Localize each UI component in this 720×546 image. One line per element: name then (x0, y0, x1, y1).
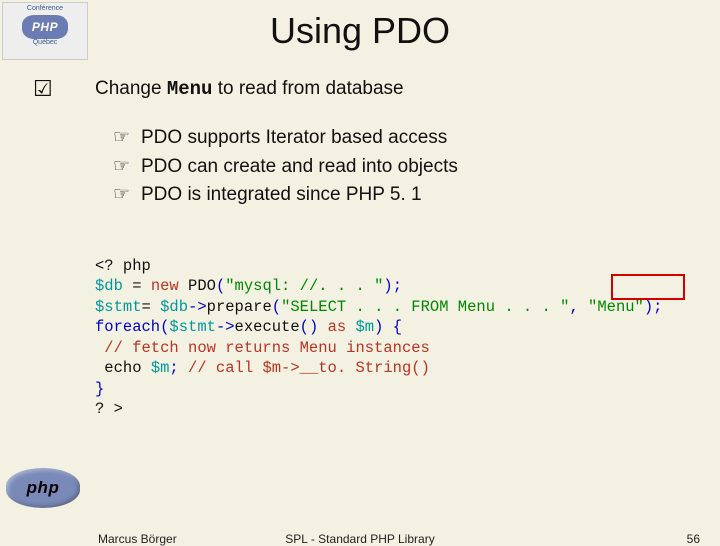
hand-icon: ☞ (113, 124, 130, 153)
code-str: "SELECT . . . FROM Menu . . . " (281, 298, 569, 316)
code-op: ; (169, 359, 188, 377)
code-kw: new (151, 277, 179, 295)
bullet-item: ☞ PDO is integrated since PHP 5. 1 (113, 181, 705, 210)
slide-title: Using PDO (0, 10, 720, 52)
code-brace: } (95, 380, 104, 398)
bullet-item: ☞ PDO supports Iterator based access (113, 124, 705, 153)
code-var: $m (151, 359, 170, 377)
code-brace: ) { (374, 318, 402, 336)
code-var: $db (160, 298, 188, 316)
code-kw: echo (95, 359, 151, 377)
slide-content: ☑ Change Menu to read from database ☞ PD… (95, 78, 705, 460)
code-tag: ? > (95, 400, 123, 418)
bullet-text: PDO supports Iterator based access (141, 127, 447, 148)
footer-title: SPL - Standard PHP Library (0, 532, 720, 546)
heading-line: Change Menu to read from database (95, 78, 705, 100)
code-op: , (569, 298, 588, 316)
code-var: $m (355, 318, 374, 336)
code-op: -> (188, 298, 207, 316)
code-paren: () (300, 318, 328, 336)
bullet-item: ☞ PDO can create and read into objects (113, 153, 705, 182)
code-str: "mysql: //. . . " (225, 277, 383, 295)
php-logo: php (6, 468, 80, 508)
heading-pre: Change (95, 78, 167, 99)
code-str: "Menu" (588, 298, 644, 316)
code-kw: foreach( (95, 318, 169, 336)
code-paren: ); (644, 298, 663, 316)
bullet-text: PDO can create and read into objects (141, 156, 458, 177)
code-id: execute (235, 318, 300, 336)
hand-icon: ☞ (113, 181, 130, 210)
checkmark-icon: ☑ (33, 76, 53, 102)
code-comment: // fetch now returns Menu instances (95, 339, 430, 357)
heading-post: to read from database (212, 78, 403, 99)
highlight-box (611, 274, 685, 300)
code-paren: ); (383, 277, 402, 295)
code-op: = (123, 277, 151, 295)
code-var: $stmt (95, 298, 142, 316)
code-paren: ( (216, 277, 225, 295)
bullet-text: PDO is integrated since PHP 5. 1 (141, 184, 422, 205)
code-id: prepare (207, 298, 272, 316)
hand-icon: ☞ (113, 153, 130, 182)
heading-mono: Menu (167, 78, 213, 100)
code-op: -> (216, 318, 235, 336)
code-kw: as (328, 318, 356, 336)
code-var: $db (95, 277, 123, 295)
code-comment: // call $m->__to. String() (188, 359, 430, 377)
code-var: $stmt (169, 318, 216, 336)
code-tag: <? php (95, 257, 151, 275)
code-op: = (142, 298, 161, 316)
footer-page: 56 (687, 532, 700, 546)
code-id: PDO (179, 277, 216, 295)
code-paren: ( (272, 298, 281, 316)
bullet-list: ☞ PDO supports Iterator based access ☞ P… (113, 124, 705, 210)
code-block: <? php $db = new PDO("mysql: //. . . ");… (95, 236, 705, 461)
